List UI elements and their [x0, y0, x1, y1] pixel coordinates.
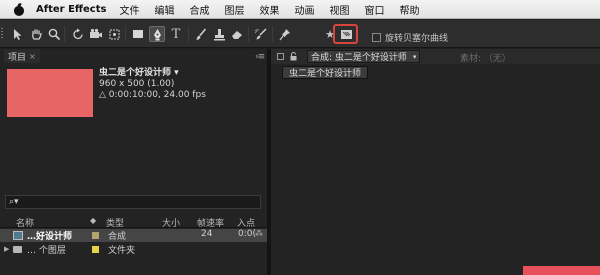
type-tool-icon[interactable]: T	[169, 27, 183, 41]
item-info: 虫二是个好设计师 ▾ 960 x 500 (1.00) △ 0:00:10:00…	[99, 68, 206, 101]
lock-icon[interactable]	[290, 52, 297, 61]
camera-tool-icon[interactable]	[89, 27, 103, 41]
close-icon[interactable]: ×	[29, 52, 36, 61]
zoom-tool-icon[interactable]	[47, 27, 61, 41]
menu-effect[interactable]: 效果	[259, 2, 279, 17]
panel-menu-icon[interactable]: ›≡	[255, 52, 265, 62]
label-column-icon[interactable]: ◆	[90, 216, 96, 225]
menu-app-name[interactable]: After Effects	[36, 4, 106, 15]
menu-help[interactable]: 帮助	[399, 2, 419, 17]
table-row[interactable]: …好设计师 合成 24 0:0( ⁂	[0, 229, 267, 242]
menu-view[interactable]: 视图	[329, 2, 349, 17]
menu-layer[interactable]: 图层	[224, 2, 244, 17]
project-panel: 项目 × ›≡ 虫二是个好设计师 ▾ 960 x 500 (1.00) △ 0:…	[0, 49, 267, 275]
menu-composition[interactable]: 合成	[189, 2, 209, 17]
row-in-point: 0:0(	[238, 229, 256, 239]
label-color-swatch[interactable]	[92, 246, 99, 253]
menu-window[interactable]: 窗口	[364, 2, 384, 17]
rectangle-tool-icon[interactable]	[131, 27, 145, 41]
disclosure-triangle-icon[interactable]: ▶	[4, 245, 9, 253]
roto-brush-tool-icon[interactable]	[254, 27, 268, 41]
project-column-header: 名称 ◆ 类型 大小 帧速率 入点	[0, 215, 267, 229]
pan-behind-tool-icon[interactable]	[107, 27, 121, 41]
menu-edit[interactable]: 编辑	[154, 2, 174, 17]
puppet-pin-tool-icon[interactable]	[278, 27, 292, 41]
selection-tool-icon[interactable]	[11, 27, 25, 41]
composition-icon	[13, 231, 23, 240]
brush-tool-icon[interactable]	[194, 27, 208, 41]
rotobezier-checkbox[interactable]	[372, 33, 381, 42]
apple-logo-icon[interactable]	[13, 3, 25, 16]
toolbar-divider	[248, 26, 249, 42]
toolbar-divider	[64, 26, 65, 42]
toolbar-divider	[125, 26, 126, 42]
item-dimensions: 960 x 500 (1.00)	[99, 79, 175, 89]
rotation-tool-icon[interactable]	[71, 27, 85, 41]
footage-label: 素材: （无）	[460, 54, 511, 64]
column-size[interactable]: 大小	[162, 216, 180, 229]
rotobezier-label: 旋转贝塞尔曲线	[385, 34, 449, 44]
tab-project-label: 项目	[8, 52, 27, 63]
row-name: … 个图层	[27, 246, 66, 256]
breadcrumb[interactable]: 虫二是个好设计师	[282, 66, 369, 79]
tab-project[interactable]: 项目 ×	[4, 49, 40, 63]
menu-file[interactable]: 文件	[119, 2, 139, 17]
snapping-highlight-box	[333, 24, 358, 44]
clone-stamp-tool-icon[interactable]	[212, 27, 226, 41]
folder-icon	[13, 246, 22, 253]
search-icon[interactable]: ⌕▾	[9, 197, 19, 207]
tools-toolbar: T ★	[0, 20, 600, 48]
comp-canvas-corner	[523, 266, 600, 275]
project-search-input[interactable]: ⌕▾	[5, 195, 261, 209]
item-duration: △ 0:00:10:00, 24.00 fps	[99, 90, 206, 100]
table-row[interactable]: ▶ … 个图层 文件夹	[0, 243, 267, 256]
tab-composition[interactable]: 合成: 虫二是个好设计师 ▾	[307, 50, 421, 63]
row-framerate: 24	[201, 229, 213, 239]
tab-composition-label: 合成: 虫二是个好设计师	[311, 53, 407, 63]
column-in-point[interactable]: 入点	[237, 216, 255, 229]
toolbar-grip-icon[interactable]	[0, 27, 6, 41]
toolbar-divider	[272, 26, 273, 42]
row-type: 合成	[108, 232, 127, 242]
flowchart-icon[interactable]: ⁂	[255, 229, 263, 238]
row-type: 文件夹	[108, 246, 136, 256]
panel-grip-icon[interactable]	[277, 53, 284, 60]
toolbar-divider	[188, 26, 189, 42]
comp-thumbnail	[7, 69, 93, 117]
item-name[interactable]: 虫二是个好设计师 ▾	[99, 68, 206, 79]
hand-tool-icon[interactable]	[29, 27, 43, 41]
column-type[interactable]: 类型	[106, 216, 124, 229]
label-color-swatch[interactable]	[92, 232, 99, 239]
row-name: …好设计师	[27, 232, 73, 242]
column-name[interactable]: 名称	[16, 216, 34, 229]
column-framerate[interactable]: 帧速率	[197, 216, 224, 229]
eraser-tool-icon[interactable]	[230, 27, 244, 41]
menu-bar: After Effects 文件 编辑 合成 图层 效果 动画 视图 窗口 帮助	[0, 0, 600, 19]
chevron-down-icon[interactable]: ▾	[413, 53, 417, 61]
composition-panel: 合成: 虫二是个好设计师 ▾ 素材: （无） 虫二是个好设计师	[271, 49, 600, 275]
composition-panel-header: 合成: 虫二是个好设计师 ▾ 素材: （无）	[271, 49, 600, 64]
menu-animation[interactable]: 动画	[294, 2, 314, 17]
pen-tool-icon[interactable]	[149, 26, 165, 42]
